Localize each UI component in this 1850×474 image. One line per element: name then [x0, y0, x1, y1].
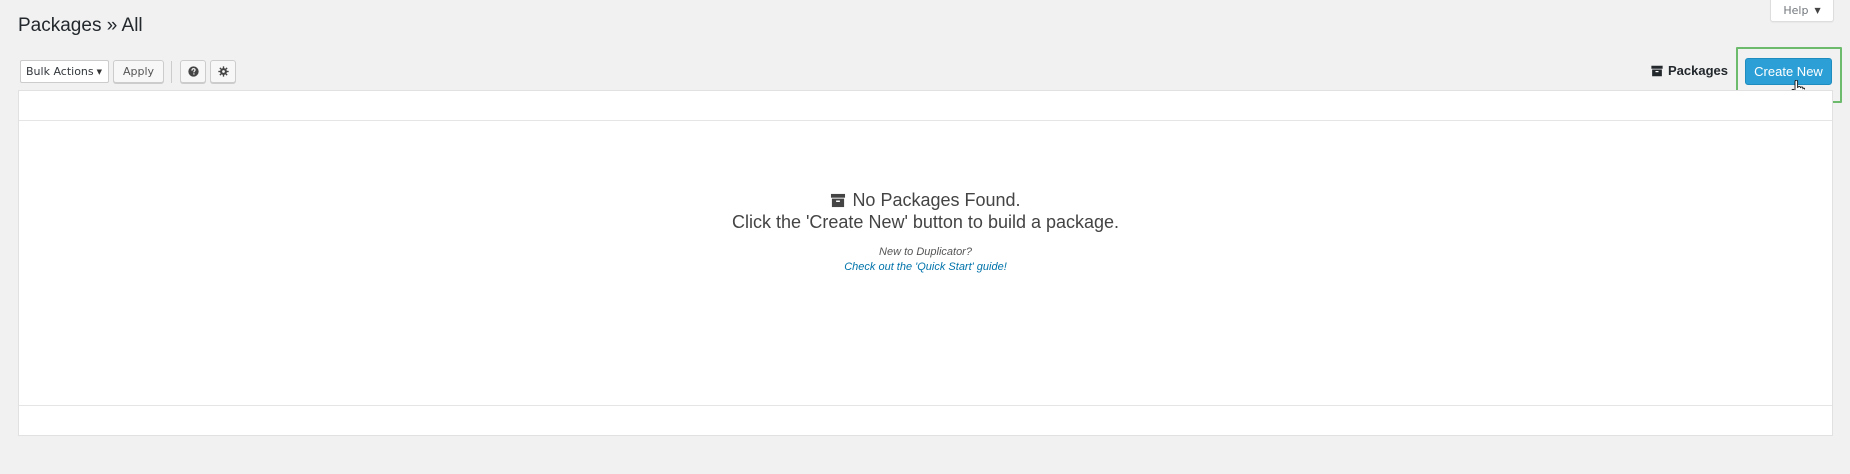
- empty-state: No Packages Found. Click the 'Create New…: [19, 189, 1832, 275]
- packages-label: Packages: [1651, 63, 1728, 78]
- table-toolbar: Bulk Actions ▼ Apply: [20, 60, 237, 83]
- table-header-divider: [19, 120, 1832, 121]
- page-title: Packages » All: [18, 15, 143, 36]
- bulk-actions-selected: Bulk Actions: [26, 65, 94, 78]
- question-circle-icon: [187, 66, 199, 77]
- help-button[interactable]: [180, 60, 207, 83]
- empty-state-title: No Packages Found.: [19, 189, 1832, 211]
- create-new-button[interactable]: Create New: [1745, 58, 1832, 85]
- settings-button[interactable]: [210, 60, 237, 83]
- apply-button[interactable]: Apply: [113, 60, 165, 83]
- bulk-actions-select[interactable]: Bulk Actions ▼: [20, 60, 109, 83]
- packages-table: No Packages Found. Click the 'Create New…: [18, 90, 1833, 436]
- quick-start-guide-link[interactable]: Check out the 'Quick Start' guide!: [19, 260, 1832, 275]
- caret-down-icon: ▼: [1814, 6, 1821, 15]
- toolbar-separator: [171, 60, 173, 83]
- duplicator-packages-page: Help ▼ Packages » All Bulk Actions ▼ App…: [0, 0, 1850, 474]
- dropdown-arrow-icon: ▼: [96, 67, 102, 76]
- empty-state-title-text: No Packages Found.: [852, 190, 1021, 210]
- empty-state-subtitle: Click the 'Create New' button to build a…: [731, 212, 1120, 232]
- archive-icon: [1651, 65, 1663, 76]
- archive-icon: [831, 193, 846, 207]
- help-tab-label: Help: [1783, 4, 1809, 17]
- table-footer-divider: [19, 405, 1832, 406]
- packages-label-text: Packages: [1668, 63, 1728, 78]
- new-to-duplicator-text: New to Duplicator?: [879, 246, 972, 258]
- help-tab[interactable]: Help ▼: [1770, 0, 1834, 22]
- gear-icon: [217, 66, 229, 77]
